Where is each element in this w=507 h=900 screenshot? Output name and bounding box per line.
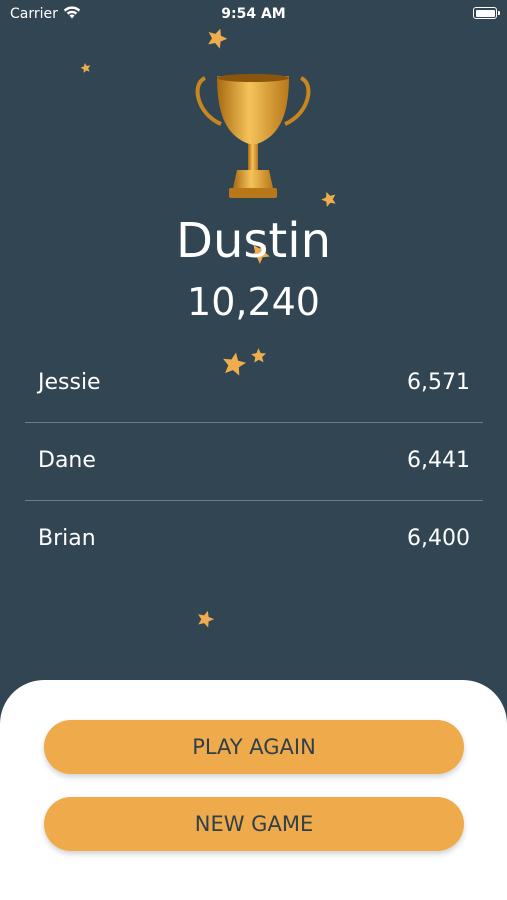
trophy-icon (195, 74, 311, 198)
new-game-button[interactable]: NEW GAME (44, 797, 464, 851)
battery-icon (473, 7, 500, 19)
star-icon (208, 28, 228, 49)
player-name: Jessie (38, 370, 101, 395)
bottom-sheet: PLAY AGAIN NEW GAME (0, 680, 507, 900)
player-score: 6,400 (407, 526, 470, 551)
score-row: Dane 6,441 (25, 423, 483, 501)
player-score: 6,441 (407, 448, 470, 473)
score-row: Brian 6,400 (25, 501, 483, 578)
star-icon (80, 62, 91, 73)
player-name: Brian (38, 526, 96, 551)
status-bar: Carrier 9:54 AM (0, 0, 507, 28)
star-icon (198, 610, 215, 628)
play-again-button[interactable]: PLAY AGAIN (44, 720, 464, 774)
score-row: Jessie 6,571 (25, 345, 483, 423)
clock: 9:54 AM (221, 6, 286, 22)
star-icon (321, 191, 336, 207)
winner-score: 10,240 (187, 280, 320, 324)
score-list: Jessie 6,571 Dane 6,441 Brian 6,400 (25, 345, 483, 578)
player-score: 6,571 (407, 370, 470, 395)
winner-name: Dustin (176, 213, 331, 269)
player-name: Dane (38, 448, 96, 473)
